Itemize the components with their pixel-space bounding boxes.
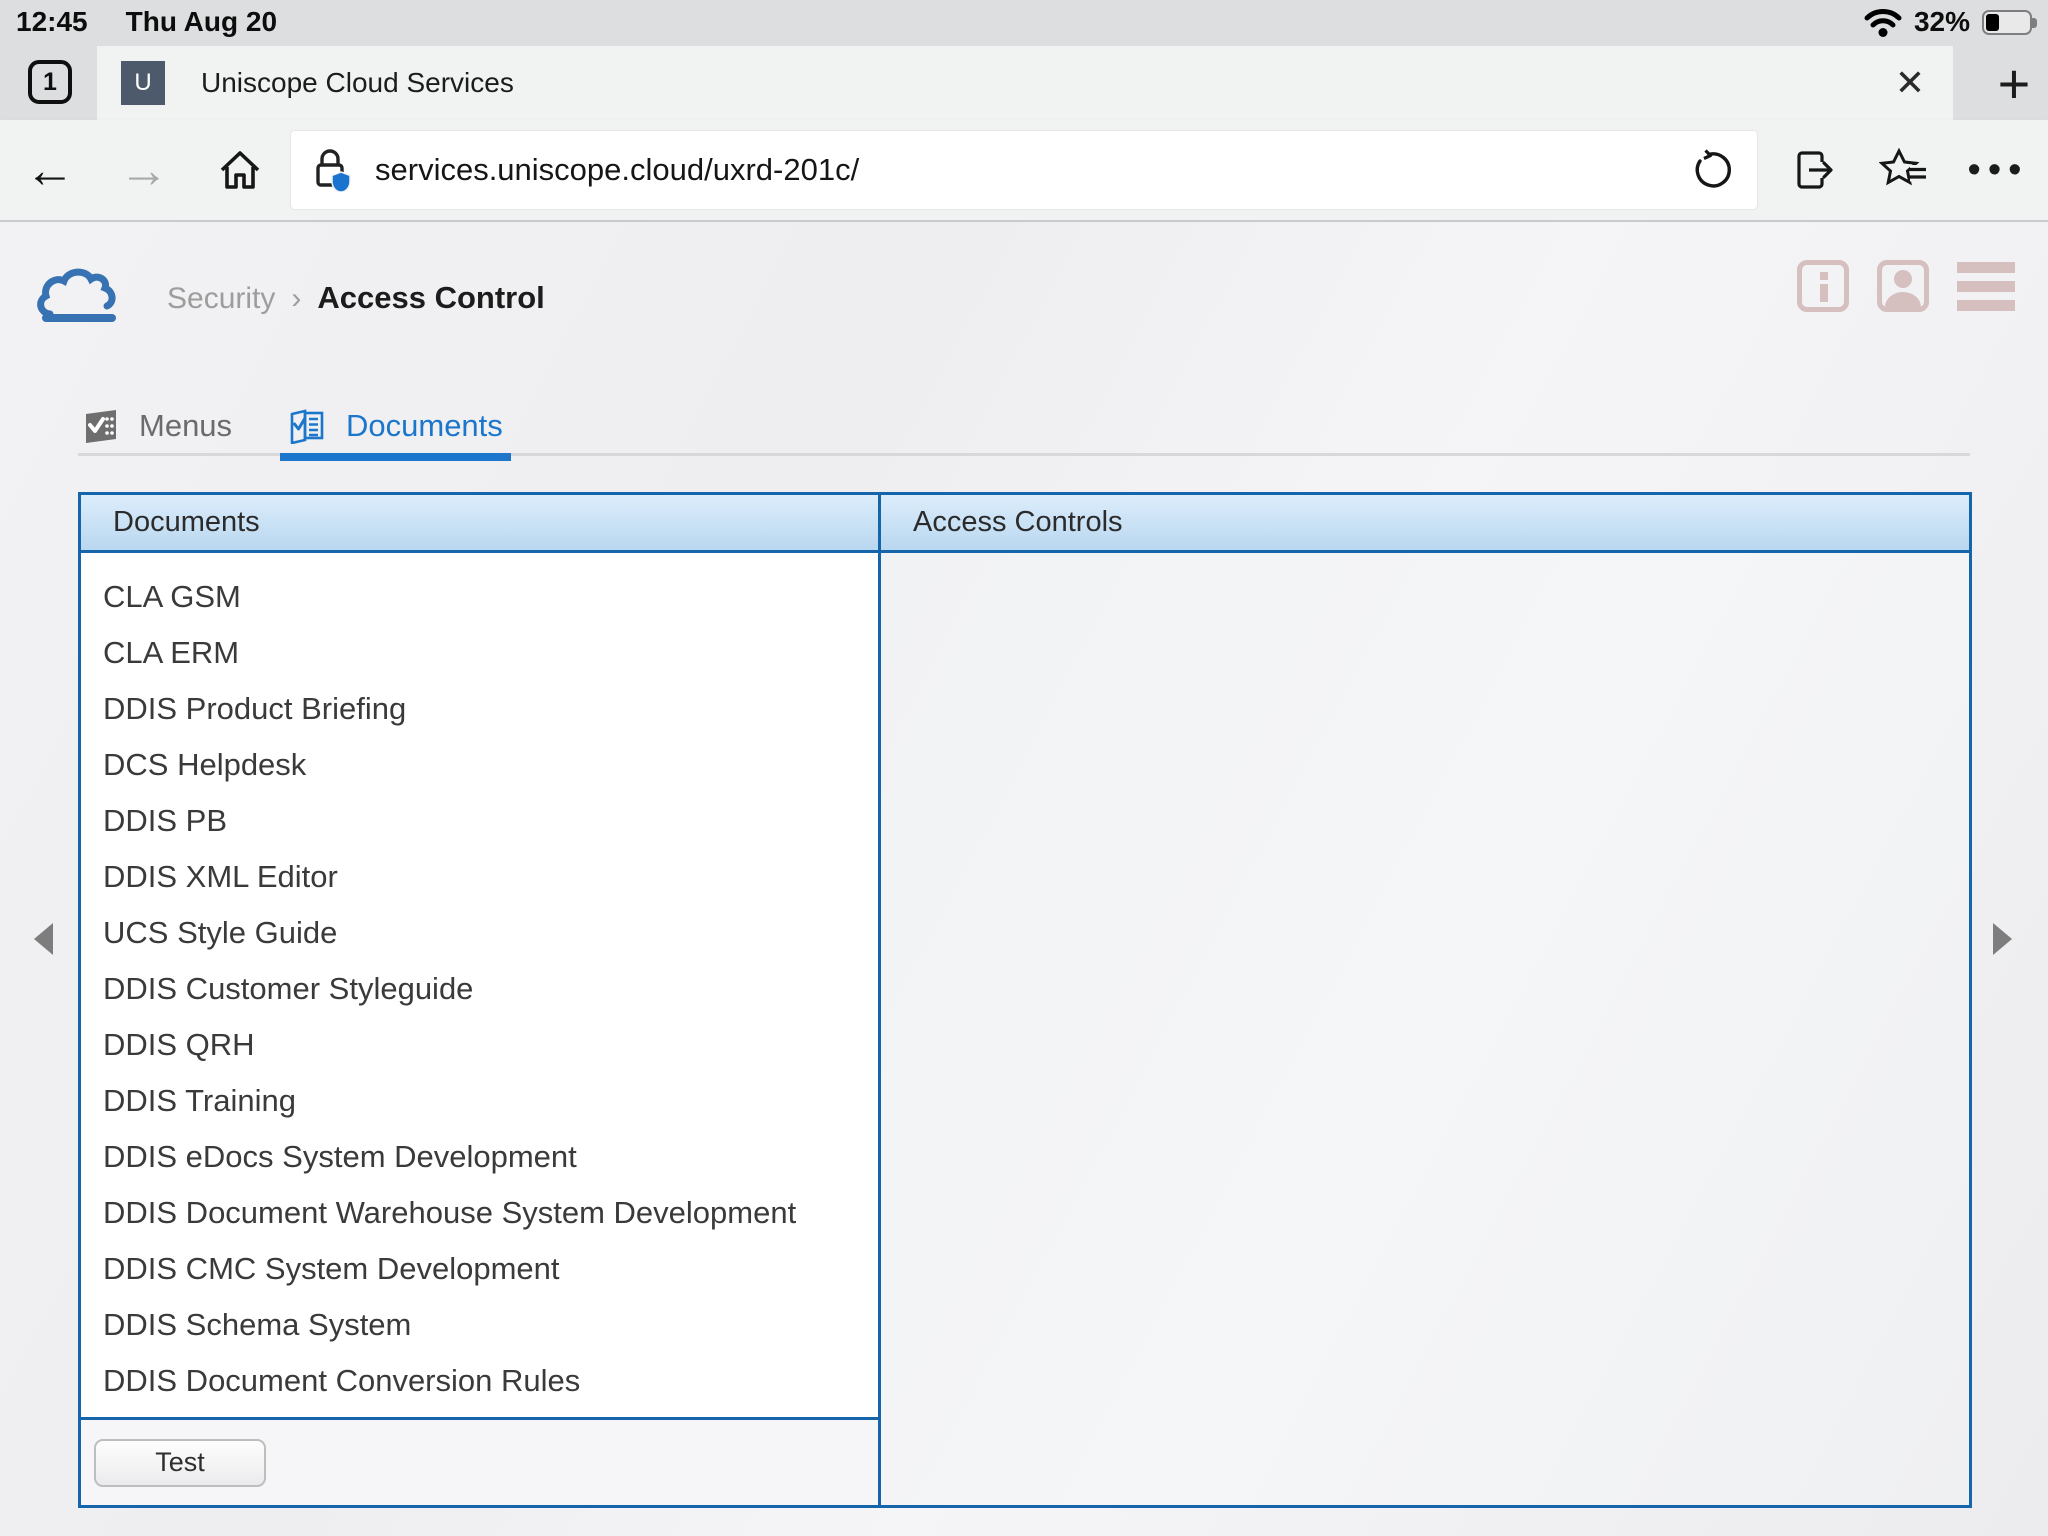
browser-chrome-top: 12:45 Thu Aug 20 32% 1 U Uniscope Cloud … <box>0 0 2048 120</box>
favorites-star-icon <box>1879 148 1929 192</box>
scroll-left-icon[interactable] <box>34 923 53 955</box>
document-list-item[interactable]: DDIS PB <box>103 793 878 849</box>
breadcrumb: Security › Access Control <box>167 280 545 316</box>
documents-tab-icon <box>288 408 326 444</box>
info-icon <box>1820 272 1828 280</box>
access-controls-column-header: Access Controls <box>881 495 1969 550</box>
access-controls-panel <box>881 553 1969 1505</box>
document-list-item[interactable]: DDIS eDocs System Development <box>103 1129 878 1185</box>
battery-icon <box>1982 10 2032 35</box>
wifi-icon <box>1864 7 1902 37</box>
document-list-item[interactable]: DCS Helpdesk <box>103 737 878 793</box>
menus-tab-icon <box>83 408 119 444</box>
forward-button[interactable]: → <box>116 120 172 220</box>
cloud-logo <box>34 264 122 328</box>
document-list-item[interactable]: DDIS Document Warehouse System Developme… <box>103 1185 878 1241</box>
browser-tab[interactable]: U Uniscope Cloud Services ✕ <box>97 46 1953 120</box>
tab-counter-button[interactable]: 1 <box>28 60 72 104</box>
info-button[interactable] <box>1797 260 1849 312</box>
favorites-button[interactable] <box>1872 120 1936 220</box>
access-control-table: Documents Access Controls CLA GSMCLA ERM… <box>78 492 1972 1508</box>
share-icon <box>1792 147 1836 193</box>
documents-column: CLA GSMCLA ERMDDIS Product BriefingDCS H… <box>81 553 881 1505</box>
close-tab-icon[interactable]: ✕ <box>1895 46 1925 120</box>
page-content: Security › Access Control <box>0 222 2048 1536</box>
view-tabs: Menus Documents <box>78 396 1970 456</box>
clock-label: 12:45 <box>16 6 88 38</box>
tab-title: Uniscope Cloud Services <box>201 67 514 99</box>
document-list-item[interactable]: CLA GSM <box>103 569 878 625</box>
breadcrumb-section[interactable]: Security <box>167 282 275 316</box>
scroll-right-icon[interactable] <box>1993 923 2012 955</box>
tab-menus-label: Menus <box>139 408 232 444</box>
tab-menus[interactable]: Menus <box>83 396 232 456</box>
reload-icon <box>1693 149 1735 191</box>
breadcrumb-separator: › <box>291 282 301 316</box>
home-icon <box>217 147 263 193</box>
home-button[interactable] <box>212 120 268 220</box>
active-tab-underline <box>280 453 511 461</box>
status-bar: 12:45 Thu Aug 20 32% <box>0 0 2048 44</box>
url-text[interactable]: services.uniscope.cloud/uxrd-201c/ <box>375 152 1693 188</box>
document-list-item[interactable]: DDIS CMC System Development <box>103 1241 878 1297</box>
document-list-item[interactable]: CLA ERM <box>103 625 878 681</box>
tab-documents[interactable]: Documents <box>280 396 511 456</box>
table-header-row: Documents Access Controls <box>81 495 1969 553</box>
menu-button[interactable] <box>1957 262 2015 311</box>
documents-column-header: Documents <box>81 495 881 550</box>
navigation-bar: ← → services.uniscope.cloud/uxrd-201c/ <box>0 120 2048 222</box>
lock-icon <box>313 148 353 192</box>
user-button[interactable] <box>1877 260 1929 312</box>
document-list-item[interactable]: DDIS Document Conversion Rules <box>103 1353 878 1409</box>
test-button[interactable]: Test <box>94 1439 266 1487</box>
document-list-item[interactable]: DDIS Product Briefing <box>103 681 878 737</box>
reload-button[interactable] <box>1693 149 1735 191</box>
battery-percent-label: 32% <box>1914 6 1970 38</box>
document-list-item[interactable]: DDIS Training <box>103 1073 878 1129</box>
document-list-item[interactable]: DDIS Customer Styleguide <box>103 961 878 1017</box>
back-button[interactable]: ← <box>22 120 78 220</box>
document-list-item[interactable]: DDIS Schema System <box>103 1297 878 1353</box>
document-list-item[interactable]: DDIS QRH <box>103 1017 878 1073</box>
more-menu-button[interactable]: ••• <box>1958 120 2038 220</box>
page-title: Access Control <box>317 280 544 316</box>
share-button[interactable] <box>1784 120 1844 220</box>
address-bar[interactable]: services.uniscope.cloud/uxrd-201c/ <box>290 130 1758 210</box>
user-icon <box>1882 265 1924 307</box>
document-list-item[interactable]: UCS Style Guide <box>103 905 878 961</box>
document-list-footer: Test <box>81 1417 878 1505</box>
date-label: Thu Aug 20 <box>126 6 277 38</box>
tab-documents-label: Documents <box>346 408 503 444</box>
document-list: CLA GSMCLA ERMDDIS Product BriefingDCS H… <box>81 553 878 1417</box>
new-tab-button[interactable]: + <box>1984 50 2044 116</box>
document-list-item[interactable]: DDIS XML Editor <box>103 849 878 905</box>
site-favicon: U <box>121 61 165 105</box>
